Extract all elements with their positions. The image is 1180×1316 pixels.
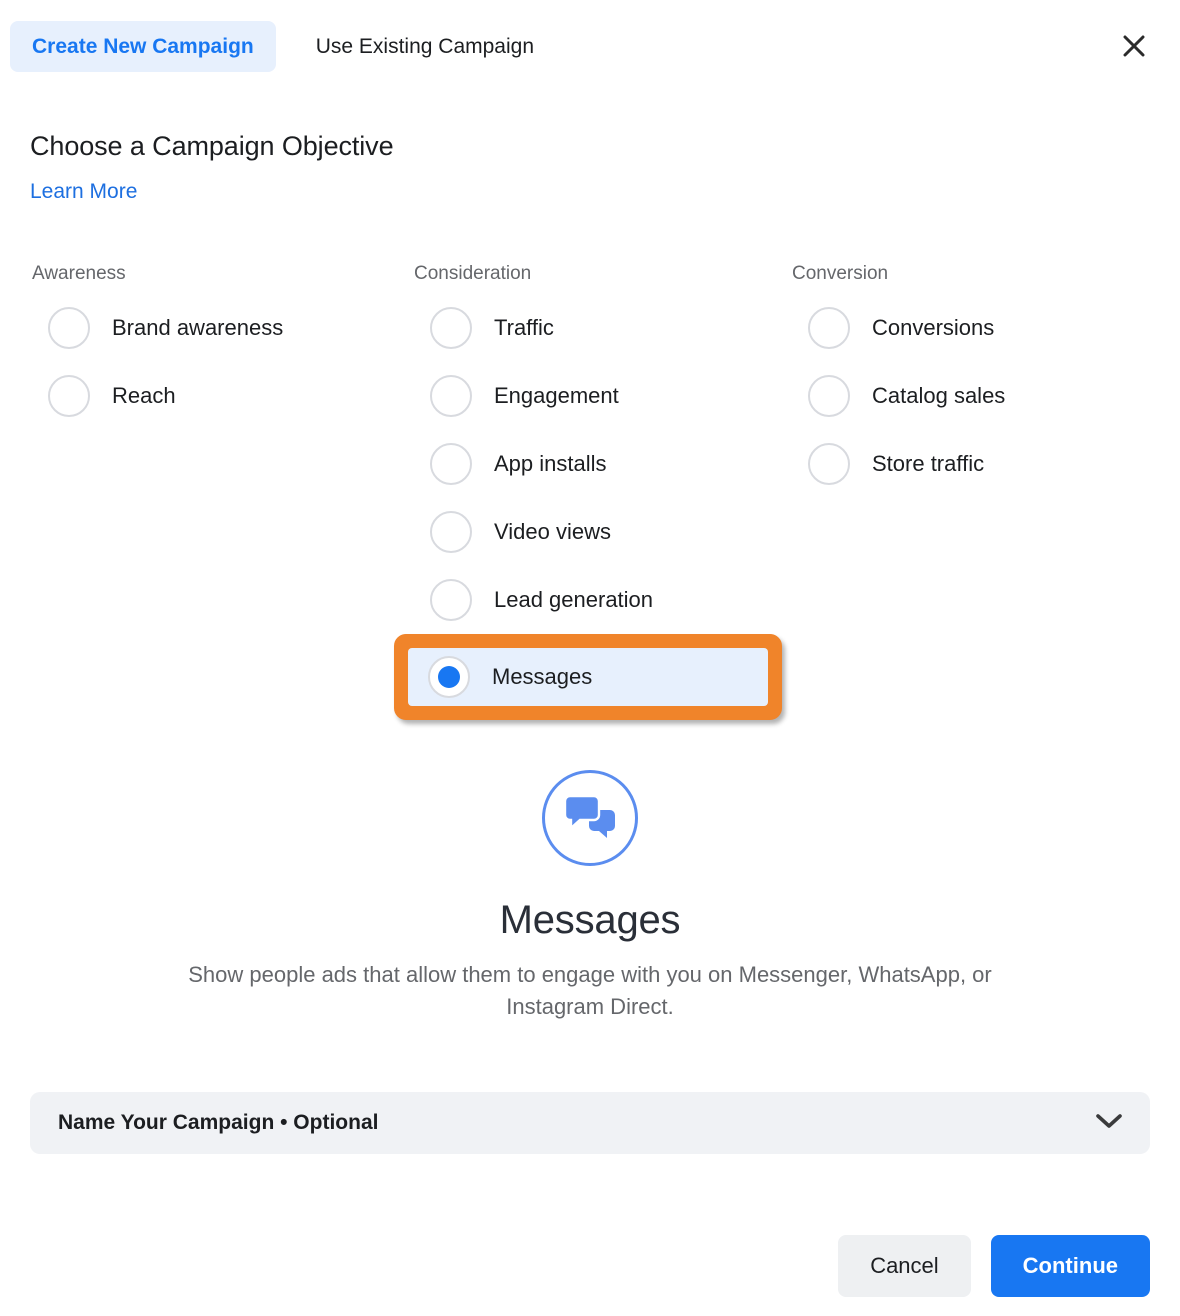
radio-icon [430,511,472,553]
option-label: Brand awareness [112,315,284,340]
radio-icon [808,443,850,485]
option-label: Traffic [494,315,554,340]
objective-preview: Messages Show people ads that allow them… [0,770,1180,1023]
radio-icon [430,579,472,621]
option-video-views[interactable]: Video views [412,498,782,566]
radio-selected-icon [428,656,470,698]
option-label: Lead generation [494,587,654,612]
radio-icon [430,307,472,349]
option-reach[interactable]: Reach [30,362,400,430]
dialog-footer: Cancel Continue [838,1235,1150,1297]
campaign-objective-dialog: Create New Campaign Use Existing Campaig… [0,0,1180,1316]
option-label: Store traffic [872,451,985,476]
chevron-down-icon [1096,1113,1122,1134]
option-messages[interactable]: Messages [408,648,768,706]
radio-icon [430,443,472,485]
option-conversions[interactable]: Conversions [790,294,1160,362]
cancel-button[interactable]: Cancel [838,1235,971,1297]
radio-icon [808,375,850,417]
option-engagement[interactable]: Engagement [412,362,782,430]
option-traffic[interactable]: Traffic [412,294,782,362]
accordion-label: Name Your Campaign • Optional [58,1111,379,1134]
accordion-name-your-campaign[interactable]: Name Your Campaign • Optional [30,1092,1150,1154]
option-brand-awareness[interactable]: Brand awareness [30,294,400,362]
continue-button[interactable]: Continue [990,1235,1150,1297]
chat-bubbles-icon [542,770,638,866]
preview-title: Messages [499,898,681,942]
option-app-installs[interactable]: App installs [412,430,782,498]
column-title-awareness: Awareness [32,263,126,284]
option-label: Engagement [494,383,619,408]
tab-use-existing-campaign[interactable]: Use Existing Campaign [294,21,556,72]
option-label: Conversions [872,315,995,340]
radio-icon [808,307,850,349]
option-store-traffic[interactable]: Store traffic [790,430,1160,498]
option-lead-generation[interactable]: Lead generation [412,566,782,634]
option-catalog-sales[interactable]: Catalog sales [790,362,1160,430]
option-label: Messages [492,664,593,689]
highlight-annotation-messages: Messages [394,634,782,720]
page-title: Choose a Campaign Objective [30,131,394,161]
objective-column-conversion: Conversion Conversions Catalog sales Sto… [790,262,1160,498]
radio-icon [430,375,472,417]
dialog-tabbar: Create New Campaign Use Existing Campaig… [0,0,1180,92]
close-button[interactable] [1106,18,1162,74]
column-title-consideration: Consideration [414,263,532,284]
option-list-consideration: Traffic Engagement App installs Video vi… [394,294,782,720]
option-list-conversion: Conversions Catalog sales Store traffic [790,294,1160,498]
objective-column-consideration: Consideration Traffic Engagement App ins… [394,262,782,720]
option-label: Catalog sales [872,383,1006,408]
close-icon [1120,32,1148,60]
option-label: App installs [494,451,607,476]
radio-icon [48,375,90,417]
preview-description: Show people ads that allow them to engag… [188,962,992,1019]
column-title-conversion: Conversion [792,263,889,284]
objective-column-awareness: Awareness Brand awareness Reach [30,262,400,430]
radio-icon [48,307,90,349]
learn-more-link[interactable]: Learn More [30,180,137,204]
tab-create-new-campaign[interactable]: Create New Campaign [10,20,276,72]
option-label: Video views [494,519,611,544]
option-label: Reach [112,383,176,408]
option-list-awareness: Brand awareness Reach [30,294,400,430]
